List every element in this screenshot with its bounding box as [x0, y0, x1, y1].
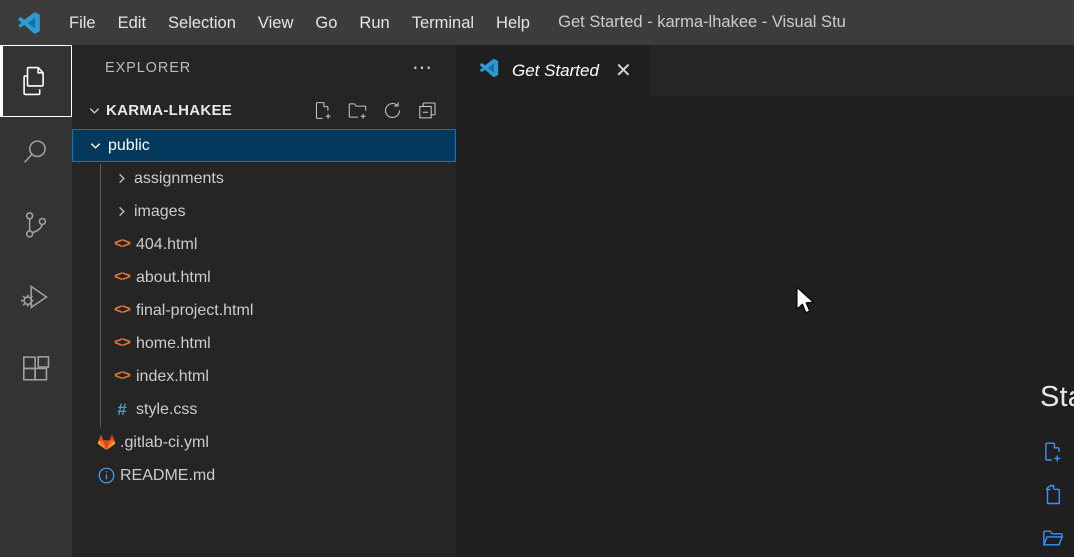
start-new-file[interactable]: New File... [1040, 440, 1074, 464]
editor-tab-bar: Get Started ✕ [456, 45, 1074, 96]
tree-row-label: 404.html [136, 235, 198, 253]
files-icon [19, 64, 53, 98]
tree-row-label: final-project.html [136, 301, 254, 319]
chevron-down-icon [82, 138, 108, 153]
menu-file[interactable]: File [58, 9, 107, 37]
collapse-all-icon[interactable] [417, 100, 438, 121]
chevron-right-icon [108, 204, 134, 219]
vscode-logo-icon [478, 57, 500, 84]
title-bar: File Edit Selection View Go Run Terminal… [0, 0, 1074, 45]
tree-row-label: public [108, 136, 150, 154]
html-file-icon: <> [113, 335, 131, 352]
tree-row-label: .gitlab-ci.yml [120, 433, 209, 451]
tree-row-label: README.md [120, 466, 216, 484]
search-icon [19, 136, 53, 170]
tree-row-about-html[interactable]: <> about.html [72, 261, 456, 294]
chevron-down-icon [82, 103, 106, 118]
vscode-logo-icon [0, 10, 58, 36]
file-tree: public assignments images <> 404.html <>… [72, 129, 456, 557]
menu-help[interactable]: Help [485, 9, 541, 37]
html-file-icon: <> [113, 302, 131, 319]
open-folder-icon [1040, 526, 1066, 550]
chevron-right-icon [108, 171, 134, 186]
activity-bar [0, 45, 72, 557]
tree-row-gitlab-ci-yml[interactable]: .gitlab-ci.yml [72, 426, 456, 459]
tab-label: Get Started [512, 60, 599, 80]
tree-row-label: about.html [136, 268, 211, 286]
editor-group: Get Started ✕ Start [456, 45, 1074, 557]
tree-row-readme-md[interactable]: README.md [72, 459, 456, 492]
get-started-page: Start New File... [456, 96, 1074, 557]
html-file-icon: <> [113, 368, 131, 385]
menu-bar[interactable]: File Edit Selection View Go Run Terminal… [58, 9, 541, 37]
start-links: New File... Open Fi [1040, 440, 1074, 557]
activitybar-item-explorer[interactable] [0, 45, 72, 117]
sidebar-title: EXPLORER [105, 60, 192, 76]
activitybar-item-search[interactable] [0, 117, 72, 189]
open-file-icon [1040, 483, 1066, 507]
start-open-folder[interactable]: Open Folder... [1040, 526, 1074, 550]
explorer-sidebar: EXPLORER ⋯ KARMA-LHAKEE public assignmen… [72, 45, 456, 557]
workspace-root-label: KARMA-LHAKEE [106, 101, 233, 119]
close-icon[interactable]: ✕ [615, 61, 632, 81]
new-file-icon [1040, 440, 1066, 464]
tree-row-label: assignments [134, 169, 224, 187]
menu-run[interactable]: Run [348, 9, 400, 37]
html-file-icon: <> [113, 236, 131, 253]
new-file-icon[interactable] [312, 100, 333, 121]
tab-bar-empty-space [649, 45, 1074, 96]
sidebar-header: EXPLORER ⋯ [72, 45, 456, 91]
readme-info-icon [92, 466, 120, 485]
activitybar-item-run-and-debug[interactable] [0, 261, 72, 333]
start-open-file[interactable]: Open File... [1040, 483, 1074, 507]
workspace-actions [312, 100, 438, 121]
tree-row-label: index.html [136, 367, 209, 385]
tree-row-public[interactable]: public [72, 129, 456, 162]
vscode-window: File Edit Selection View Go Run Terminal… [0, 0, 1074, 557]
start-heading: Start [1040, 381, 1074, 413]
tree-row-style-css[interactable]: # style.css [72, 393, 456, 426]
tree-row-label: home.html [136, 334, 211, 352]
tree-row-home-html[interactable]: <> home.html [72, 327, 456, 360]
workspace-root-row[interactable]: KARMA-LHAKEE [72, 91, 456, 129]
refresh-icon[interactable] [382, 100, 403, 121]
run-debug-icon [19, 280, 53, 314]
new-folder-icon[interactable] [347, 100, 368, 121]
activitybar-item-extensions[interactable] [0, 333, 72, 405]
start-section: Start New File... [1040, 381, 1074, 557]
css-file-icon: # [117, 399, 127, 419]
menu-go[interactable]: Go [304, 9, 348, 37]
ellipsis-icon[interactable]: ⋯ [412, 58, 434, 78]
tree-row-404-html[interactable]: <> 404.html [72, 228, 456, 261]
tree-row-index-html[interactable]: <> index.html [72, 360, 456, 393]
menu-selection[interactable]: Selection [157, 9, 247, 37]
menu-terminal[interactable]: Terminal [401, 9, 485, 37]
workbench-body: EXPLORER ⋯ KARMA-LHAKEE public assignmen… [0, 45, 1074, 557]
tree-row-label: style.css [136, 400, 198, 418]
tree-row-label: images [134, 202, 186, 220]
menu-edit[interactable]: Edit [107, 9, 157, 37]
tree-row-final-project-html[interactable]: <> final-project.html [72, 294, 456, 327]
source-control-icon [19, 208, 53, 242]
menu-view[interactable]: View [247, 9, 304, 37]
gitlab-file-icon [92, 433, 120, 452]
tree-row-images[interactable]: images [72, 195, 456, 228]
activitybar-item-source-control[interactable] [0, 189, 72, 261]
tab-get-started[interactable]: Get Started ✕ [456, 45, 650, 96]
tree-row-assignments[interactable]: assignments [72, 162, 456, 195]
html-file-icon: <> [113, 269, 131, 286]
extensions-icon [19, 352, 53, 386]
